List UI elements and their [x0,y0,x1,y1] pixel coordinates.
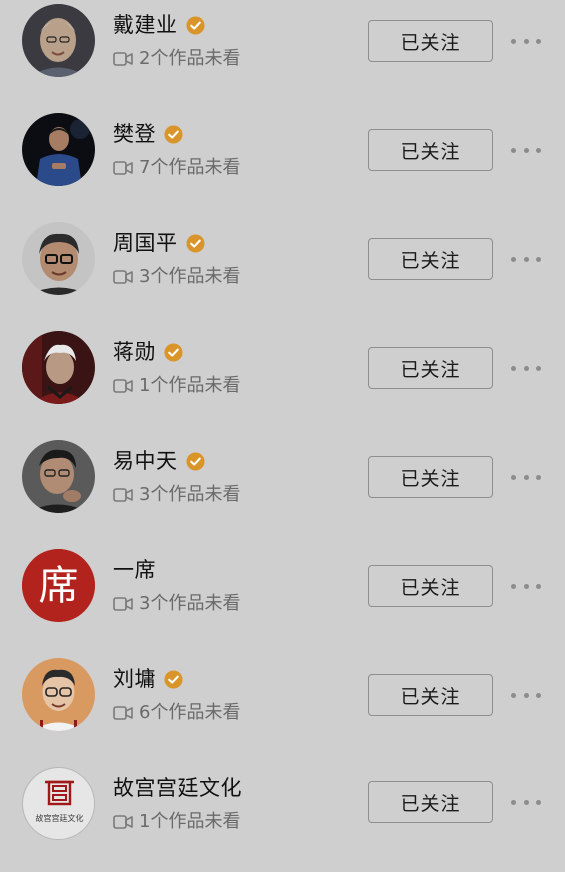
verified-badge-icon [185,233,205,253]
more-horizontal-icon[interactable] [508,140,544,160]
unseen-count-text: 3个作品未看 [139,266,241,287]
unseen-line: 3个作品未看 [113,264,240,290]
list-item[interactable]: 易中天 3个作品未看 已关注 [0,436,565,545]
unseen-line: 3个作品未看 [113,591,240,617]
account-name[interactable]: 故宫宫廷文化 [113,773,242,803]
more-horizontal-icon[interactable] [508,249,544,269]
verified-badge-icon [185,451,205,471]
name-line: 戴建业 [113,10,205,40]
avatar[interactable]: 故宫宫廷文化 [22,767,95,840]
following-button[interactable]: 已关注 [368,347,493,389]
more-horizontal-icon[interactable] [508,358,544,378]
video-camera-icon [113,814,133,830]
name-line: 周国平 [113,228,205,258]
unseen-line: 1个作品未看 [113,373,240,399]
avatar[interactable]: 席 [22,549,95,622]
following-list: 戴建业 2个作品未看 已关注 樊登 7个作品未看 已关注 周国平 3个作品未看 … [0,0,565,841]
logo-text: 席 [39,563,79,609]
name-line: 易中天 [113,446,205,476]
name-line: 刘墉 [113,664,183,694]
avatar[interactable] [22,222,95,295]
account-name[interactable]: 周国平 [113,228,178,258]
name-line: 樊登 [113,119,183,149]
unseen-count-text: 3个作品未看 [139,593,241,614]
account-name[interactable]: 樊登 [113,119,156,149]
following-button[interactable]: 已关注 [368,781,493,823]
following-button[interactable]: 已关注 [368,238,493,280]
name-line: 蒋勋 [113,337,183,367]
unseen-count-text: 2个作品未看 [139,48,241,69]
account-name[interactable]: 戴建业 [113,10,178,40]
unseen-line: 1个作品未看 [113,809,240,835]
verified-badge-icon [164,669,183,689]
verified-badge-icon [164,124,183,144]
list-item[interactable]: 戴建业 2个作品未看 已关注 [0,0,565,109]
list-item[interactable]: 樊登 7个作品未看 已关注 [0,109,565,218]
avatar[interactable] [22,4,95,77]
logo-text: 故宫宫廷文化 [36,813,84,823]
verified-badge-icon [185,15,205,35]
video-camera-icon [113,269,133,285]
unseen-count-text: 1个作品未看 [139,375,241,396]
following-button[interactable]: 已关注 [368,129,493,171]
account-name[interactable]: 刘墉 [113,664,156,694]
account-name[interactable]: 一席 [113,555,156,585]
following-button[interactable]: 已关注 [368,674,493,716]
unseen-line: 6个作品未看 [113,700,240,726]
avatar[interactable] [22,440,95,513]
more-horizontal-icon[interactable] [508,31,544,51]
list-item[interactable]: 席 一席 3个作品未看 已关注 [0,545,565,654]
video-camera-icon [113,378,133,394]
more-horizontal-icon[interactable] [508,792,544,812]
video-camera-icon [113,487,133,503]
more-horizontal-icon[interactable] [508,576,544,596]
avatar[interactable] [22,113,95,186]
video-camera-icon [113,51,133,67]
following-button[interactable]: 已关注 [368,565,493,607]
name-line: 一席 [113,555,156,585]
list-item[interactable]: 蒋勋 1个作品未看 已关注 [0,327,565,436]
unseen-count-text: 1个作品未看 [139,811,241,832]
unseen-line: 2个作品未看 [113,46,240,72]
following-button[interactable]: 已关注 [368,20,493,62]
unseen-count-text: 7个作品未看 [139,157,241,178]
video-camera-icon [113,705,133,721]
avatar[interactable] [22,658,95,731]
video-camera-icon [113,160,133,176]
account-name[interactable]: 易中天 [113,446,178,476]
unseen-line: 7个作品未看 [113,155,240,181]
unseen-line: 3个作品未看 [113,482,240,508]
list-item[interactable]: 周国平 3个作品未看 已关注 [0,218,565,327]
unseen-count-text: 6个作品未看 [139,702,241,723]
verified-badge-icon [164,342,183,362]
more-horizontal-icon[interactable] [508,685,544,705]
list-item[interactable]: 故宫宫廷文化 故宫宫廷文化 1个作品未看 已关注 [0,763,565,872]
avatar[interactable] [22,331,95,404]
name-line: 故宫宫廷文化 [113,773,242,803]
video-camera-icon [113,596,133,612]
list-item[interactable]: 刘墉 6个作品未看 已关注 [0,654,565,763]
account-name[interactable]: 蒋勋 [113,337,156,367]
unseen-count-text: 3个作品未看 [139,484,241,505]
following-button[interactable]: 已关注 [368,456,493,498]
more-horizontal-icon[interactable] [508,467,544,487]
